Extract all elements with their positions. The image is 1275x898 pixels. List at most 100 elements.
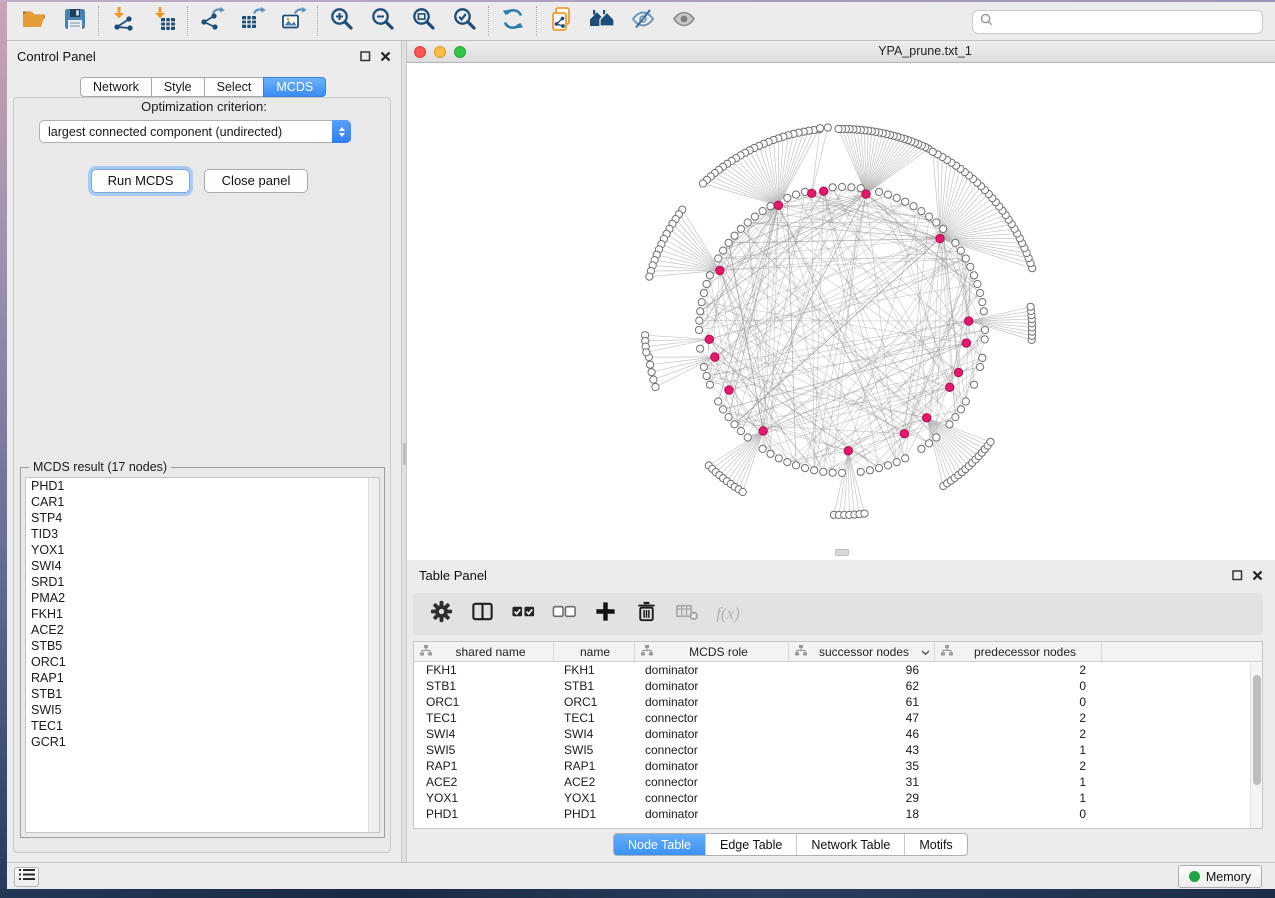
maximize-window-button[interactable] — [454, 46, 466, 58]
splitter-handle[interactable] — [403, 443, 406, 465]
table-row[interactable]: ACE2ACE2connector311 — [414, 774, 1262, 790]
mcds-result-item[interactable]: STB1 — [26, 686, 379, 702]
mcds-result-item[interactable]: SRD1 — [26, 574, 379, 590]
table-scrollbar[interactable] — [1250, 663, 1262, 828]
select-all-checkboxes-button[interactable] — [509, 600, 537, 628]
export-network-button[interactable] — [198, 8, 225, 35]
column-header-shared-name[interactable]: shared name — [414, 642, 554, 661]
network-overview-button[interactable] — [588, 8, 615, 35]
column-header-predecessor-nodes[interactable]: predecessor nodes — [935, 642, 1102, 661]
float-table-panel-icon[interactable] — [1232, 568, 1243, 586]
tab-select[interactable]: Select — [204, 77, 265, 97]
import-table-file-button[interactable] — [150, 8, 177, 35]
mcds-result-item[interactable]: TEC1 — [26, 718, 379, 734]
mcds-result-item[interactable]: CAR1 — [26, 494, 379, 510]
add-column-button[interactable] — [591, 600, 619, 628]
cell-shared-name: ACE2 — [414, 775, 554, 789]
memory-button[interactable]: Memory — [1178, 865, 1262, 888]
tab-network[interactable]: Network — [80, 77, 152, 97]
mcds-result-item[interactable]: PHD1 — [26, 478, 379, 494]
zoom-fit-icon — [411, 6, 437, 37]
mcds-result-item[interactable]: YOX1 — [26, 542, 379, 558]
import-network-file-button[interactable] — [109, 8, 136, 35]
mcds-result-item[interactable]: SWI5 — [26, 702, 379, 718]
table-scrollbar-thumb[interactable] — [1253, 675, 1261, 785]
zoom-out-button[interactable] — [369, 8, 396, 35]
table-row[interactable]: RAP1RAP1dominator352 — [414, 758, 1262, 774]
mcds-result-item[interactable]: TID3 — [26, 526, 379, 542]
network-window-titlebar[interactable]: YPA_prune.txt_1 — [407, 41, 1275, 63]
table-row[interactable]: SWI5SWI5connector431 — [414, 742, 1262, 758]
run-mcds-button[interactable]: Run MCDS — [91, 169, 190, 193]
optimization-criterion-select[interactable]: largest connected component (undirected) — [39, 120, 351, 143]
chevron-down-icon[interactable] — [921, 643, 930, 661]
close-window-button[interactable] — [414, 46, 426, 58]
table-toolbar: f(x) — [413, 593, 1263, 635]
search-box[interactable] — [972, 10, 1263, 34]
tab-node-table[interactable]: Node Table — [614, 834, 705, 855]
close-panel-button[interactable]: Close panel — [204, 169, 308, 193]
table-row[interactable]: STB1STB1dominator620 — [414, 678, 1262, 694]
mcds-result-item[interactable]: PMA2 — [26, 590, 379, 606]
mcds-result-item[interactable]: STP4 — [26, 510, 379, 526]
column-header-successor-nodes[interactable]: successor nodes — [789, 642, 935, 661]
mcds-result-item[interactable]: STB5 — [26, 638, 379, 654]
open-session-button[interactable] — [20, 8, 47, 35]
mcds-result-item[interactable]: FKH1 — [26, 606, 379, 622]
table-row[interactable]: YOX1YOX1connector291 — [414, 790, 1262, 806]
refresh-view-button[interactable] — [499, 8, 526, 35]
horizontal-splitter-handle[interactable] — [835, 549, 849, 556]
column-header-MCDS-role[interactable]: MCDS role — [635, 642, 789, 661]
cell-successor-nodes: 43 — [789, 743, 935, 757]
zoom-selected-button[interactable] — [451, 8, 478, 35]
tab-style[interactable]: Style — [151, 77, 205, 97]
create-network-view-button[interactable] — [547, 8, 574, 35]
tab-edge-table[interactable]: Edge Table — [705, 834, 796, 855]
cell-shared-name: STB1 — [414, 679, 554, 693]
mcds-result-item[interactable]: ACE2 — [26, 622, 379, 638]
delete-column-button[interactable] — [632, 600, 660, 628]
mcds-result-item[interactable]: ORC1 — [26, 654, 379, 670]
table-row[interactable]: TEC1TEC1connector472 — [414, 710, 1262, 726]
eye-icon — [671, 6, 697, 37]
mcds-result-item[interactable]: SWI4 — [26, 558, 379, 574]
mcds-list-scrollbar[interactable] — [368, 478, 379, 832]
table-row[interactable]: PHD1PHD1dominator180 — [414, 806, 1262, 822]
table-panel: Table Panel f(x) shared namenameMCDS rol… — [407, 560, 1275, 862]
network-view-window: YPA_prune.txt_1 — [407, 41, 1275, 560]
column-header-name[interactable]: name — [554, 642, 635, 661]
cell-name: SWI4 — [554, 727, 635, 741]
cell-successor-nodes: 62 — [789, 679, 935, 693]
zoom-fit-content-button[interactable] — [410, 8, 437, 35]
close-panel-icon[interactable] — [380, 49, 391, 67]
toolbar-group-3 — [318, 8, 488, 35]
show-columns-button[interactable] — [468, 600, 496, 628]
close-table-panel-icon[interactable] — [1252, 568, 1263, 586]
zoom-in-button[interactable] — [328, 8, 355, 35]
export-image-button[interactable] — [280, 8, 307, 35]
save-session-button[interactable] — [61, 8, 88, 35]
mcds-result-item[interactable]: GCR1 — [26, 734, 379, 750]
tab-network-table[interactable]: Network Table — [796, 834, 904, 855]
deselect-all-checkboxes-button[interactable] — [550, 600, 578, 628]
tab-mcds[interactable]: MCDS — [263, 77, 326, 97]
table-row[interactable]: FKH1FKH1dominator962 — [414, 662, 1262, 678]
toolbar-group-4 — [489, 8, 536, 35]
table-panel-tabs: Node TableEdge TableNetwork TableMotifs — [613, 833, 968, 856]
task-history-button[interactable] — [14, 867, 39, 887]
hide-graphics-details-button[interactable] — [629, 8, 656, 35]
column-label: MCDS role — [653, 645, 784, 659]
export-table-button[interactable] — [239, 8, 266, 35]
float-panel-icon[interactable] — [360, 49, 371, 67]
mcds-result-item[interactable]: RAP1 — [26, 670, 379, 686]
table-row[interactable]: SWI4SWI4dominator462 — [414, 726, 1262, 742]
show-graphics-details-button[interactable] — [670, 8, 697, 35]
hierarchy-icon — [420, 643, 432, 661]
table-row[interactable]: ORC1ORC1dominator610 — [414, 694, 1262, 710]
network-canvas[interactable] — [407, 63, 1275, 560]
search-input[interactable] — [998, 15, 1255, 29]
table-settings-button[interactable] — [427, 600, 455, 628]
tab-motifs[interactable]: Motifs — [904, 834, 966, 855]
mcds-result-list[interactable]: PHD1CAR1STP4TID3YOX1SWI4SRD1PMA2FKH1ACE2… — [25, 477, 380, 833]
minimize-window-button[interactable] — [434, 46, 446, 58]
